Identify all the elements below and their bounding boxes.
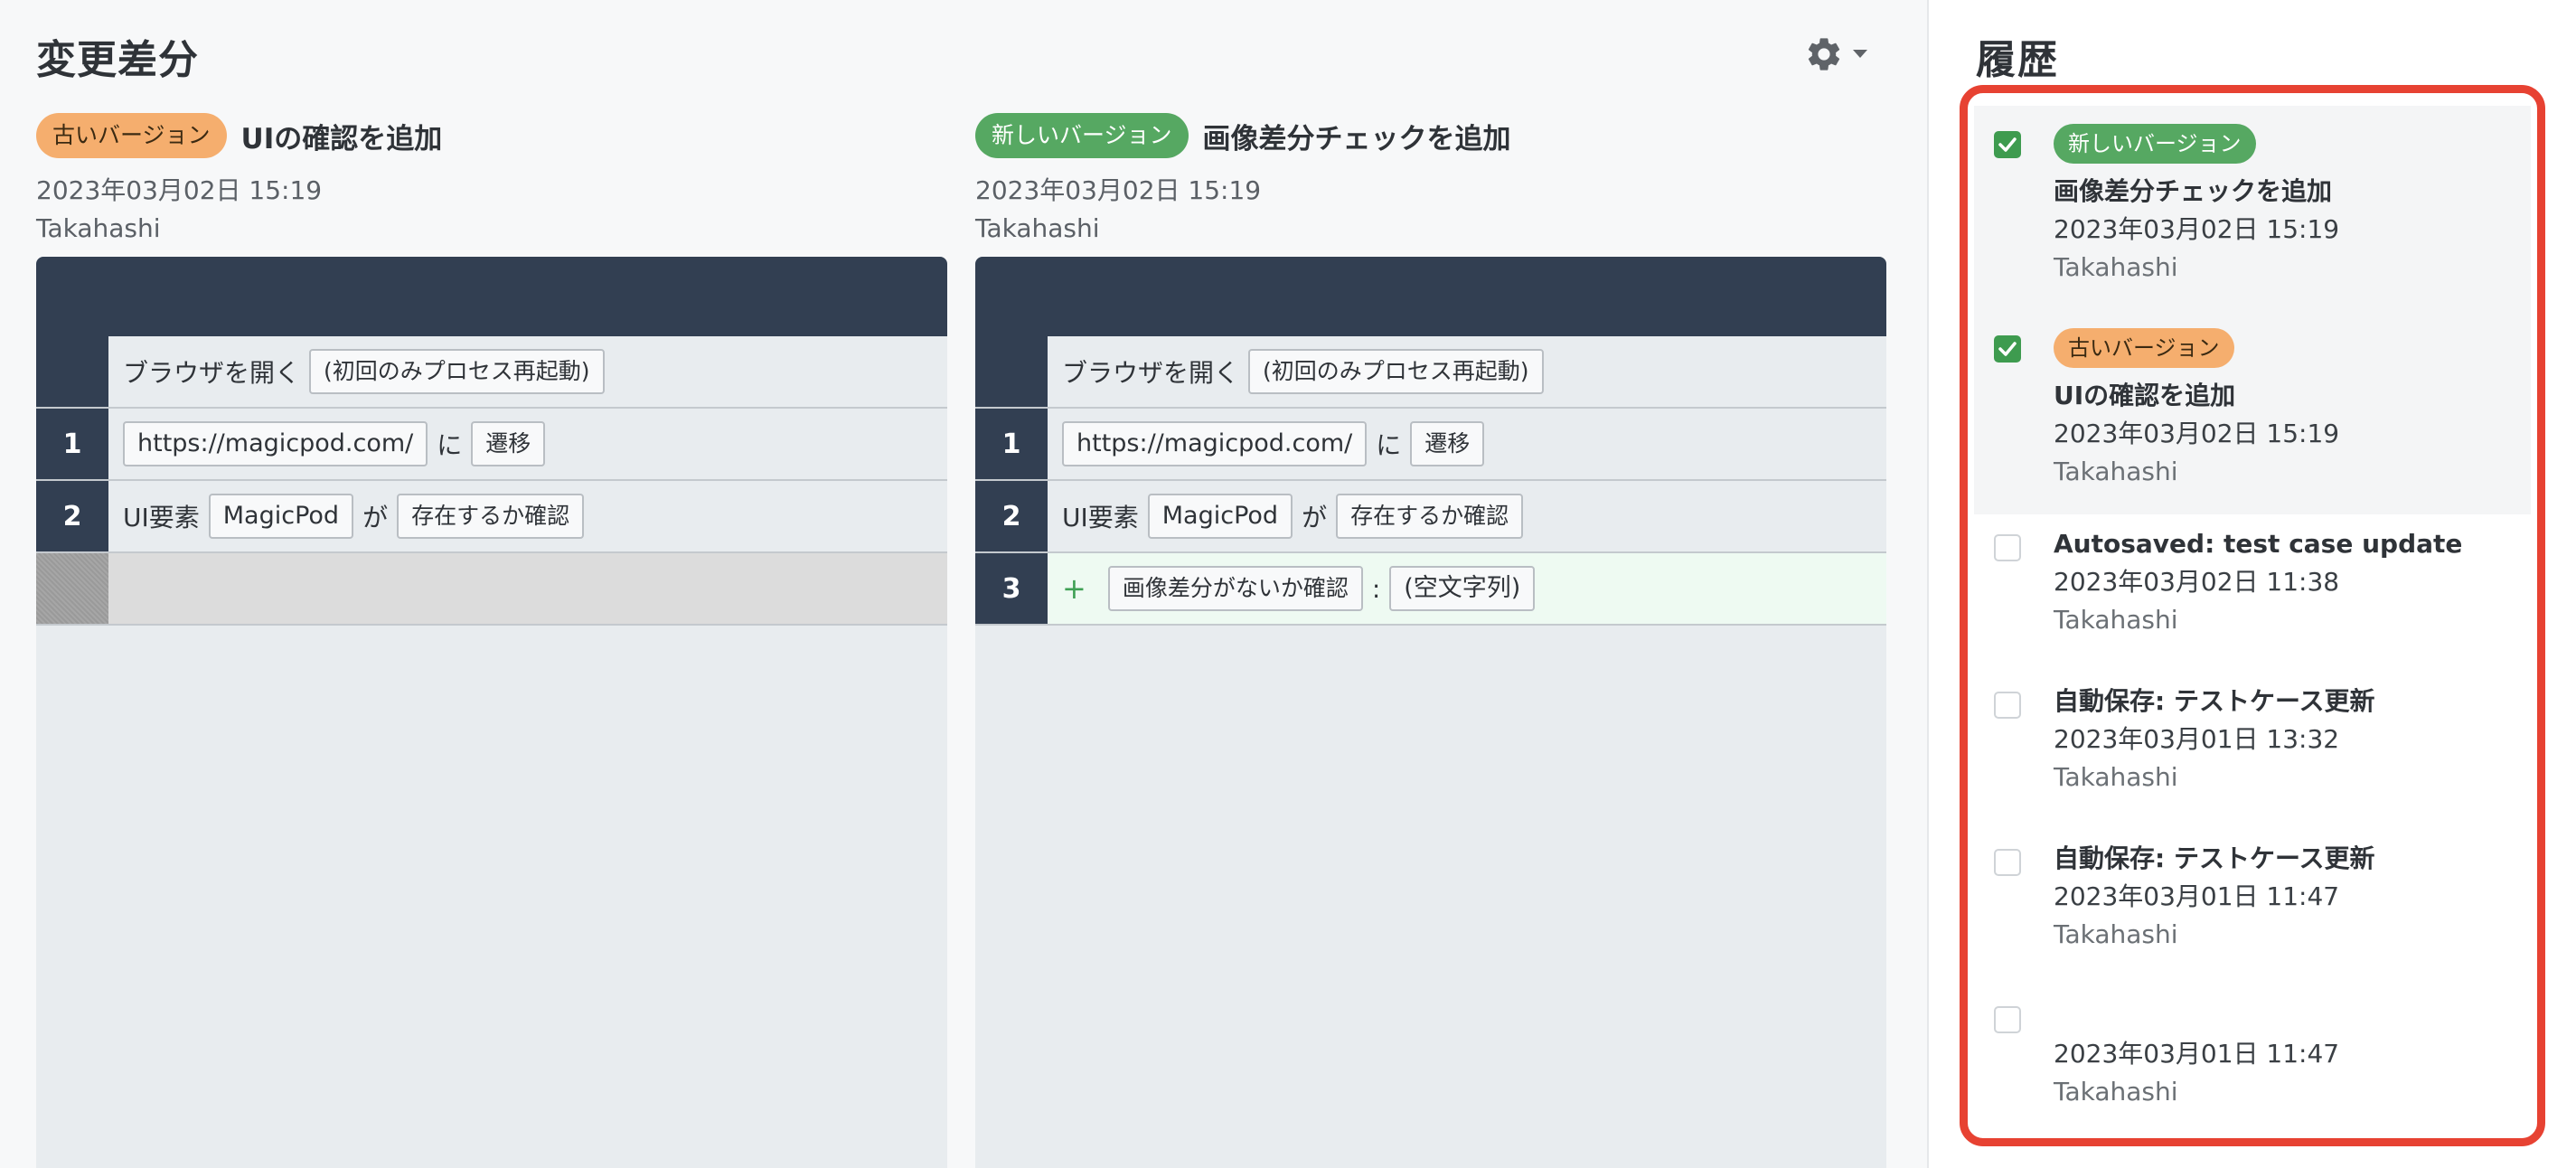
history-sidebar: 履歴 新しいバージョン 画像差分チェックを追加 2023年03月02日 15:1… (1927, 0, 2576, 1168)
old-version-author: Takahashi (36, 213, 161, 243)
step-option-chip[interactable]: (初回のみプロセス再起動) (309, 349, 605, 394)
new-version-title: 画像差分チェックを追加 (1202, 122, 1511, 155)
old-version-title: UIの確認を追加 (240, 122, 443, 155)
action-chip[interactable]: 画像差分がないか確認 (1107, 566, 1363, 611)
table-row[interactable]: 2 UI要素 MagicPod が 存在するか確認 (36, 481, 947, 553)
check-icon (1998, 137, 2017, 152)
history-item-date: 2023年03月02日 11:38 (2054, 567, 2340, 597)
table-row[interactable]: ブラウザを開く (初回のみプロセス再起動) (975, 336, 1886, 409)
history-checkbox[interactable] (1994, 131, 2021, 158)
step-option-chip[interactable]: (初回のみプロセス再起動) (1248, 349, 1544, 394)
step-particle: が (362, 503, 389, 532)
action-chip[interactable]: 存在するか確認 (1336, 494, 1524, 539)
history-item[interactable]: 自動保存: テストケース更新 2023年03月01日 11:47 Takahas… (1974, 829, 2531, 986)
new-version-date: 2023年03月02日 15:19 (975, 175, 1262, 205)
action-chip[interactable]: 遷移 (471, 421, 546, 466)
history-item-title: 画像差分チェックを追加 (2054, 176, 2333, 206)
step-number: 1 (36, 409, 108, 479)
step-number (36, 336, 108, 407)
table-row[interactable]: 1 https://magicpod.com/ に 遷移 (975, 409, 1886, 481)
history-title: 履歴 (1976, 37, 2059, 83)
step-text: ブラウザを開く (123, 358, 301, 388)
empty-row-content (108, 553, 947, 624)
history-checkbox[interactable] (1994, 849, 2021, 876)
caret-down-icon (1853, 50, 1867, 58)
step-number (975, 336, 1048, 407)
element-chip[interactable]: MagicPod (208, 494, 354, 539)
table-row[interactable]: 1 https://magicpod.com/ に 遷移 (36, 409, 947, 481)
old-version-date: 2023年03月02日 15:19 (36, 175, 323, 205)
settings-button[interactable] (1804, 31, 1885, 78)
history-checkbox[interactable] (1994, 534, 2021, 561)
added-step-row[interactable]: 3 + 画像差分がないか確認 : (空文字列) (975, 553, 1886, 626)
history-item-author: Takahashi (2054, 919, 2178, 949)
url-chip[interactable]: https://magicpod.com/ (123, 421, 428, 466)
old-steps-table: ブラウザを開く (初回のみプロセス再起動) 1 https://magicpod… (36, 257, 947, 1168)
value-chip[interactable]: (空文字列) (1389, 566, 1536, 611)
history-old-badge: 古いバージョン (2054, 328, 2234, 368)
history-item-date: 2023年03月02日 15:19 (2054, 214, 2340, 244)
step-number: 1 (975, 409, 1048, 479)
step-number: 2 (36, 481, 108, 551)
old-version-info: 古いバージョン UIの確認を追加 2023年03月02日 15:19 Takah… (36, 110, 947, 248)
check-icon (1998, 342, 2017, 356)
history-item-author: Takahashi (2054, 252, 2178, 282)
history-item-author: Takahashi (2054, 1077, 2178, 1107)
diff-panel: 変更差分 古いバージョン UIの確認を追加 2023年03月02日 15:19 … (0, 0, 1927, 1168)
history-item-author: Takahashi (2054, 605, 2178, 635)
table-header (975, 257, 1886, 336)
action-chip[interactable]: 存在するか確認 (397, 494, 585, 539)
step-prefix: UI要素 (1062, 503, 1139, 532)
history-item[interactable]: 新しいバージョン 画像差分チェックを追加 2023年03月02日 15:19 T… (1974, 106, 2531, 310)
history-item-date: 2023年03月01日 13:32 (2054, 724, 2340, 754)
new-version-info: 新しいバージョン 画像差分チェックを追加 2023年03月02日 15:19 T… (975, 110, 1886, 248)
empty-diff-row (36, 553, 947, 626)
history-item[interactable]: 古いバージョン UIの確認を追加 2023年03月02日 15:19 Takah… (1974, 310, 2531, 514)
table-row[interactable]: 2 UI要素 MagicPod が 存在するか確認 (975, 481, 1886, 553)
step-prefix: UI要素 (123, 503, 200, 532)
history-new-badge: 新しいバージョン (2054, 124, 2256, 164)
history-item[interactable]: 2023年03月01日 11:47 Takahashi (1974, 986, 2531, 1138)
history-item-date: 2023年03月01日 11:47 (2054, 1039, 2340, 1069)
history-item-author: Takahashi (2054, 762, 2178, 792)
element-chip[interactable]: MagicPod (1147, 494, 1293, 539)
step-particle: が (1302, 503, 1328, 532)
page-title: 変更差分 (36, 37, 199, 83)
history-item-date: 2023年03月01日 11:47 (2054, 881, 2340, 911)
step-particle: に (437, 430, 463, 460)
url-chip[interactable]: https://magicpod.com/ (1062, 421, 1368, 466)
history-item-date: 2023年03月02日 15:19 (2054, 419, 2340, 448)
action-chip[interactable]: 遷移 (1410, 421, 1485, 466)
table-row[interactable]: ブラウザを開く (初回のみプロセス再起動) (36, 336, 947, 409)
new-version-badge: 新しいバージョン (975, 113, 1189, 158)
history-item-author: Takahashi (2054, 457, 2178, 486)
history-list: 新しいバージョン 画像差分チェックを追加 2023年03月02日 15:19 T… (1960, 85, 2545, 1146)
old-version-badge: 古いバージョン (36, 113, 227, 158)
added-marker-icon: + (1062, 571, 1086, 606)
history-item-title: 自動保存: テストケース更新 (2054, 843, 2375, 873)
new-steps-table: ブラウザを開く (初回のみプロセス再起動) 1 https://magicpod… (975, 257, 1886, 1168)
history-checkbox[interactable] (1994, 692, 2021, 719)
new-version-author: Takahashi (975, 213, 1100, 243)
history-item[interactable]: Autosaved: test case update 2023年03月02日 … (1974, 514, 2531, 672)
step-text: ブラウザを開く (1062, 358, 1240, 388)
step-number: 3 (975, 553, 1048, 624)
history-item-title: 自動保存: テストケース更新 (2054, 686, 2375, 716)
step-separator: : (1371, 573, 1381, 604)
history-checkbox[interactable] (1994, 1006, 2021, 1033)
step-number-placeholder (36, 553, 108, 624)
table-header (36, 257, 947, 336)
step-particle: に (1376, 430, 1402, 460)
step-number: 2 (975, 481, 1048, 551)
history-item-title (2054, 997, 2339, 1035)
history-item[interactable]: 自動保存: テストケース更新 2023年03月01日 13:32 Takahas… (1974, 672, 2531, 829)
history-checkbox[interactable] (1994, 335, 2021, 363)
history-item-title: Autosaved: test case update (2054, 529, 2463, 559)
history-item-title: UIの確認を追加 (2054, 381, 2236, 410)
gear-icon (1808, 38, 1840, 71)
